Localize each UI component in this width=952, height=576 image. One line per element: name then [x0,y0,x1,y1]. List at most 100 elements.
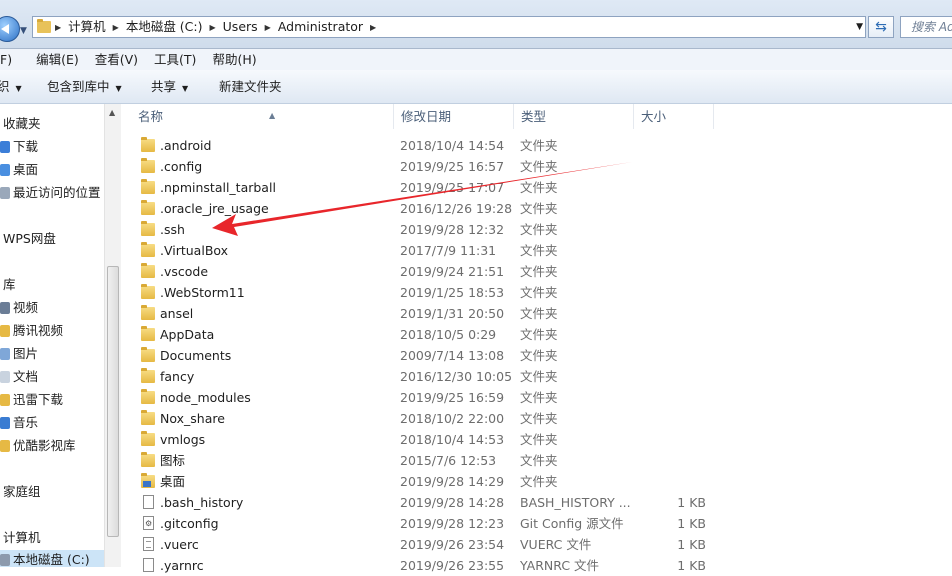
share-button[interactable]: 共享 ▼ [151,70,188,105]
nav-favorites[interactable]: 收藏夹 [0,114,41,134]
column-type[interactable]: 类型 [514,104,634,129]
menu-view[interactable]: 查看(V) [87,49,146,70]
table-row[interactable]: .config 2019/9/25 16:57 文件夹 [121,156,952,177]
address-field[interactable]: ▶ 计算机 ▶ 本地磁盘 (C:) ▶ Users ▶ Administrato… [32,16,866,38]
table-row[interactable]: .npminstall_tarball 2019/9/25 17:07 文件夹 [121,177,952,198]
file-list: 名称 ▲ 修改日期 类型 大小 .android 2018/10/4 14:54 文件… [121,104,952,573]
menu-file[interactable]: F) [0,49,20,70]
nav-recent-places[interactable]: 最近访问的位置 [0,183,101,203]
file-date: 2018/10/5 0:29 [400,327,497,342]
nav-label: 最近访问的位置 [13,185,101,200]
drive-icon [0,554,10,566]
nav-video[interactable]: 视频 [0,298,38,318]
table-row[interactable]: .WebStorm11 2019/1/25 18:53 文件夹 [121,282,952,303]
breadcrumb-computer[interactable]: 计算机 [63,17,111,37]
nav-label: 音乐 [13,415,39,430]
nav-wps-drive[interactable]: WPS网盘 [0,229,56,249]
nav-documents[interactable]: 文档 [0,367,38,387]
table-row[interactable]: ansel 2019/1/31 20:50 文件夹 [121,303,952,324]
chevron-right-icon[interactable]: ▶ [208,23,218,32]
table-row[interactable]: .vscode 2019/9/24 21:51 文件夹 [121,261,952,282]
column-size-label: 大小 [641,109,667,124]
table-row[interactable]: node_modules 2019/9/25 16:59 文件夹 [121,387,952,408]
file-date: 2019/9/26 23:55 [400,558,505,573]
chevron-right-icon[interactable]: ▶ [263,23,273,32]
nav-desktop[interactable]: 桌面 [0,160,38,180]
chevron-right-icon[interactable]: ▶ [53,23,63,32]
table-row[interactable]: vmlogs 2018/10/4 14:53 文件夹 [121,429,952,450]
desktop-icon [0,164,10,176]
file-type: YARNRC 文件 [520,558,600,573]
breadcrumb-local-disk[interactable]: 本地磁盘 (C:) [121,17,208,37]
recent-pages-dropdown-icon[interactable]: ▼ [20,26,27,36]
column-type-label: 类型 [521,109,547,124]
video-icon [0,302,10,314]
file-type: 文件夹 [520,453,558,468]
nav-xunlei-downloads[interactable]: 迅雷下载 [0,390,63,410]
nav-homegroup[interactable]: 家庭组 [0,482,41,502]
address-history-dropdown-icon[interactable]: ▼ [856,22,863,32]
file-name: .gitconfig [160,516,219,531]
menu-tools[interactable]: 工具(T) [146,49,204,70]
file-name: AppData [160,327,215,342]
back-button[interactable] [0,16,20,42]
chevron-right-icon[interactable]: ▶ [368,23,378,32]
pictures-icon [0,348,10,360]
table-row[interactable]: .bash_history 2019/9/28 14:28 BASH_HISTORY… [121,492,952,513]
refresh-button[interactable]: ⇆ [868,16,894,38]
nav-tencent-video[interactable]: 腾讯视频 [0,321,63,341]
file-name: .ssh [160,222,185,237]
new-folder-button[interactable]: 新建文件夹 [219,70,282,103]
table-row[interactable]: .VirtualBox 2017/7/9 11:31 文件夹 [121,240,952,261]
nav-downloads[interactable]: 下载 [0,137,38,157]
nav-music[interactable]: 音乐 [0,413,38,433]
breadcrumb-administrator[interactable]: Administrator [273,17,368,37]
folder-icon [141,158,155,173]
navigation-scrollbar[interactable]: ▲ [104,104,121,567]
table-row[interactable]: 图标 2015/7/6 12:53 文件夹 [121,450,952,471]
nav-youku-library[interactable]: 优酷影视库 [0,436,76,456]
table-row[interactable]: .gitconfig 2019/9/28 12:23 Git Config 源文件 1… [121,513,952,534]
breadcrumb-users[interactable]: Users [218,17,263,37]
nav-label: 图片 [13,346,39,361]
table-row[interactable]: .oracle_jre_usage 2016/12/26 19:28 文件夹 [121,198,952,219]
menu-bar: F) 编辑(E) 查看(V) 工具(T) 帮助(H) [0,49,952,70]
table-row[interactable]: 桌面 2019/9/28 14:29 文件夹 [121,471,952,492]
nav-libraries[interactable]: 库 [0,275,16,295]
column-date[interactable]: 修改日期 [394,104,514,129]
nav-local-disk[interactable]: 本地磁盘 (C:) [0,550,104,567]
scroll-up-icon[interactable]: ▲ [109,108,115,117]
table-row[interactable]: AppData 2018/10/5 0:29 文件夹 [121,324,952,345]
folder-icon [141,368,155,383]
include-in-library-button[interactable]: 包含到库中 ▼ [47,70,122,105]
table-row[interactable]: .ssh 2019/9/28 12:32 文件夹 [121,219,952,240]
file-type: 文件夹 [520,432,558,447]
table-row[interactable]: fancy 2016/12/30 10:05 文件夹 [121,366,952,387]
file-name: .oracle_jre_usage [160,201,269,216]
menu-edit[interactable]: 编辑(E) [20,49,87,70]
menu-help[interactable]: 帮助(H) [204,49,264,70]
organize-button[interactable]: 织 ▼ [0,70,22,105]
nav-label: 桌面 [13,162,39,177]
column-size[interactable]: 大小 [634,104,714,129]
table-row[interactable]: Nox_share 2018/10/2 22:00 文件夹 [121,408,952,429]
file-type: BASH_HISTORY ... [520,495,631,510]
nav-computer[interactable]: 计算机 [0,528,41,548]
nav-pictures[interactable]: 图片 [0,344,38,364]
file-icon [143,558,154,572]
table-row[interactable]: .android 2018/10/4 14:54 文件夹 [121,135,952,156]
sort-ascending-icon: ▲ [269,111,276,120]
navigation-pane: 收藏夹 下载 桌面 最近访问的位置 WPS网盘 库 视频 腾讯视频 图片 文档 … [0,104,104,567]
file-name: .VirtualBox [160,243,229,258]
file-icon [143,495,154,509]
file-date: 2016/12/26 19:28 [400,201,513,216]
scrollbar-thumb[interactable] [107,266,119,537]
column-name[interactable]: 名称 ▲ [131,104,394,129]
table-row[interactable]: .yarnrc 2019/9/26 23:55 YARNRC 文件 1 KB [121,555,952,576]
file-date: 2019/9/28 14:29 [400,474,505,489]
file-name: .vuerc [160,537,199,552]
chevron-right-icon[interactable]: ▶ [111,23,121,32]
table-row[interactable]: .vuerc 2019/9/26 23:54 VUERC 文件 1 KB [121,534,952,555]
table-row[interactable]: Documents 2009/7/14 13:08 文件夹 [121,345,952,366]
search-input[interactable]: 搜索 Ad [900,16,952,38]
